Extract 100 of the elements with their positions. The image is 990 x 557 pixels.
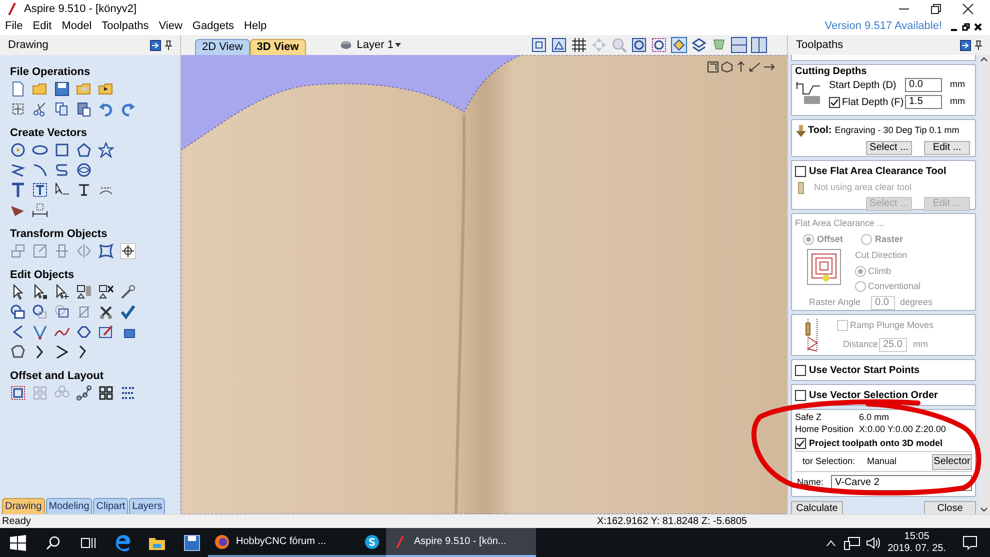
layer-icon[interactable]	[340, 39, 352, 51]
side-view-icon[interactable]	[751, 37, 768, 53]
view-front-icon[interactable]	[749, 61, 761, 73]
curve-icon[interactable]	[54, 162, 70, 178]
distort-icon[interactable]	[98, 243, 114, 259]
subtract-icon[interactable]	[32, 304, 48, 320]
checkbox[interactable]	[829, 96, 840, 108]
scroll-down-icon[interactable]	[980, 507, 988, 512]
checkbox[interactable]	[795, 364, 806, 376]
wand-icon[interactable]	[120, 284, 136, 300]
rectangle-icon[interactable]	[54, 142, 70, 158]
scroll-up-icon[interactable]	[980, 57, 988, 62]
panel-tab[interactable]: Drawing	[2, 498, 45, 514]
button[interactable]: Close	[924, 501, 976, 514]
update-notice[interactable]: Version 9.517 Available!	[824, 18, 942, 35]
menu-item[interactable]: Edit	[28, 18, 57, 35]
restore-icon[interactable]	[930, 3, 942, 15]
dock-panel-icon[interactable]	[150, 40, 161, 50]
text-icon[interactable]	[10, 182, 26, 198]
checkbox[interactable]	[795, 390, 806, 400]
button[interactable]: Calculate	[791, 501, 843, 514]
align-icon[interactable]	[54, 243, 70, 259]
transform-arrow-icon[interactable]	[54, 284, 70, 300]
taskbar-app-button[interactable]: Aspire 9.510 - [kön...	[386, 528, 536, 557]
button[interactable]: Edit ...	[924, 141, 970, 155]
restore-icon[interactable]	[962, 22, 970, 30]
text-resize-icon[interactable]	[76, 182, 92, 198]
redo-icon[interactable]	[120, 101, 136, 117]
scale-icon[interactable]	[32, 243, 48, 259]
fillet-icon[interactable]	[32, 324, 48, 340]
view-top-icon[interactable]	[735, 61, 747, 73]
polygon-nodes-icon[interactable]	[10, 344, 26, 360]
zoom-box-icon[interactable]	[631, 37, 648, 53]
copy-along-path-icon[interactable]	[76, 385, 92, 401]
notification-icon[interactable]	[962, 535, 978, 550]
input-field[interactable]: 1.5	[905, 95, 942, 109]
menu-item[interactable]: Toolpaths	[96, 18, 154, 35]
offset-icon[interactable]	[10, 385, 26, 401]
taskbar-app-button[interactable]: HobbyCNC fórum ...	[208, 528, 358, 557]
panel-tab[interactable]: Layers	[129, 498, 166, 514]
windows-start-icon[interactable]	[10, 534, 26, 550]
copy-icon[interactable]	[54, 101, 70, 117]
menu-item[interactable]: Help	[239, 18, 272, 35]
view-iso-icon[interactable]	[721, 61, 733, 73]
close-icon[interactable]	[962, 3, 974, 15]
move-icon[interactable]	[10, 243, 26, 259]
chevron-up-icon[interactable]	[826, 538, 836, 546]
snap-center-icon[interactable]	[120, 243, 136, 259]
view-side-icon[interactable]	[763, 61, 775, 73]
delete-selection-icon[interactable]	[98, 284, 114, 300]
node-edit-icon[interactable]	[32, 284, 48, 300]
array-grid-icon[interactable]	[98, 385, 114, 401]
view-tab[interactable]: 2D View	[195, 39, 250, 55]
cut-vector-icon[interactable]	[98, 304, 114, 320]
dimension-icon[interactable]	[32, 202, 48, 218]
import-folder-icon[interactable]	[98, 81, 114, 97]
scissors-icon[interactable]	[32, 101, 48, 117]
menu-item[interactable]: Model	[56, 18, 97, 35]
bitmap-trace-icon[interactable]	[98, 324, 114, 340]
check-vector-icon[interactable]	[120, 304, 136, 320]
task-view-icon[interactable]	[80, 536, 96, 550]
pentagon-icon[interactable]	[76, 142, 92, 158]
clock-time[interactable]: 15:05	[904, 530, 930, 542]
zoom-selection-icon[interactable]	[651, 37, 668, 53]
pin-icon[interactable]	[165, 40, 172, 50]
job-setup-icon[interactable]	[10, 101, 26, 117]
grid-icon[interactable]	[571, 37, 588, 53]
paste-icon[interactable]	[76, 101, 92, 117]
save-icon[interactable]	[54, 81, 70, 97]
clock-date[interactable]: 2019. 07. 25.	[888, 542, 946, 554]
arc-icon[interactable]	[32, 162, 48, 178]
polyline-icon[interactable]	[10, 162, 26, 178]
layer-dropdown[interactable]: Layer 1	[356, 36, 394, 54]
search-icon[interactable]	[46, 536, 60, 550]
view-tab[interactable]: 3D View	[250, 39, 306, 55]
network-icon[interactable]	[844, 536, 860, 550]
pin-icon[interactable]	[975, 40, 982, 50]
button[interactable]: Selector	[932, 454, 972, 470]
new-file-icon[interactable]	[10, 81, 26, 97]
chevron-icon[interactable]	[54, 344, 70, 360]
checkbox[interactable]	[795, 438, 806, 449]
split-view-icon[interactable]	[731, 37, 748, 53]
zoom-fit-icon[interactable]	[531, 37, 548, 53]
intersect-icon[interactable]	[54, 304, 70, 320]
weld-icon[interactable]	[10, 304, 26, 320]
toolpath-view-icon[interactable]	[671, 37, 688, 53]
dropdown-caret-icon[interactable]	[395, 43, 402, 47]
scroll-bar[interactable]	[978, 55, 990, 514]
view-box-icon[interactable]	[707, 61, 719, 73]
volume-icon[interactable]	[866, 536, 882, 550]
circle-icon[interactable]	[10, 142, 26, 158]
panel-tab[interactable]: Modeling	[46, 498, 92, 514]
menu-item[interactable]: Gadgets	[187, 18, 240, 35]
toolpath-layers-icon[interactable]	[691, 37, 708, 53]
menu-item[interactable]: View	[154, 18, 188, 35]
2d-view-icon[interactable]	[551, 37, 568, 53]
close-icon[interactable]	[974, 22, 982, 30]
interactive-select-icon[interactable]	[76, 284, 92, 300]
nest-parts-icon[interactable]	[120, 385, 136, 401]
menu-item[interactable]: File	[0, 18, 28, 35]
